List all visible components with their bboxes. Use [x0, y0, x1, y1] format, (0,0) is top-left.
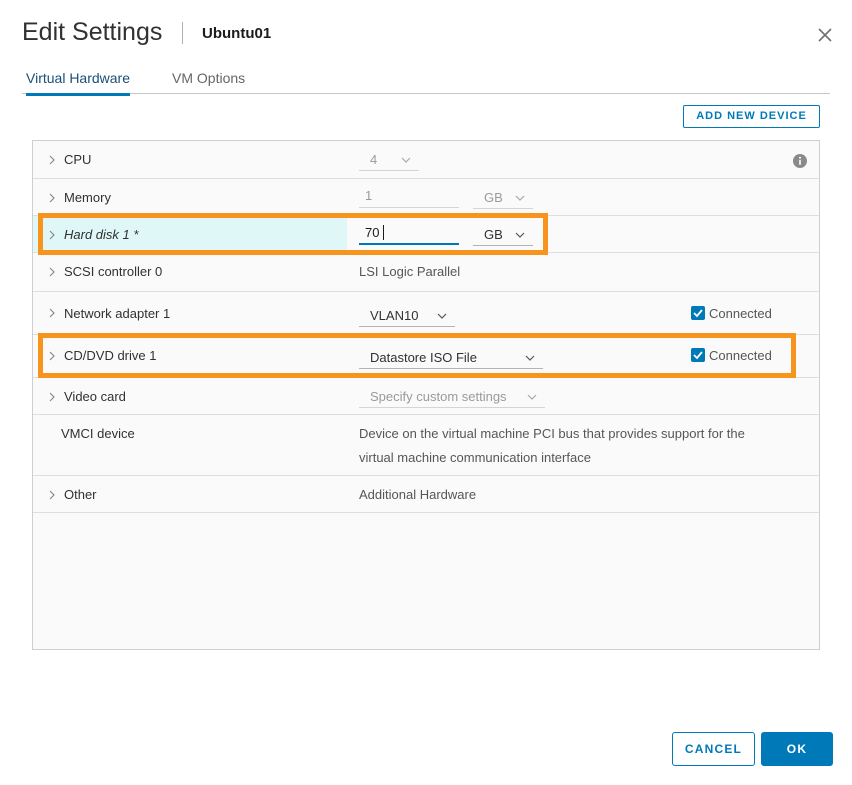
dialog-title: Edit Settings [22, 18, 163, 46]
chevron-right-icon[interactable] [47, 230, 57, 240]
chevron-right-icon[interactable] [47, 267, 57, 277]
network-connected-checkbox[interactable] [691, 306, 705, 320]
ok-button[interactable]: OK [761, 732, 833, 766]
network-value: VLAN10 [370, 308, 419, 323]
tab-vm-options[interactable]: VM Options [172, 70, 245, 93]
info-icon[interactable] [793, 154, 807, 168]
other-value: Additional Hardware [359, 487, 477, 502]
tab-bar: Virtual Hardware VM Options [22, 66, 830, 96]
memory-unit-select[interactable]: GB [473, 187, 533, 209]
memory-unit: GB [484, 190, 503, 205]
cd-dvd-label: CD/DVD drive 1 [64, 348, 157, 363]
cd-dvd-connected-checkbox[interactable] [691, 348, 705, 362]
hard-disk-label: Hard disk 1 * [64, 227, 139, 242]
other-label: Other [64, 487, 97, 502]
chevron-right-icon[interactable] [47, 308, 57, 318]
vmci-label: VMCI device [61, 426, 135, 441]
chevron-right-icon[interactable] [47, 490, 57, 500]
row-hard-disk: Hard disk 1 * 70 GB [33, 216, 819, 253]
tab-virtual-hardware[interactable]: Virtual Hardware [26, 70, 131, 96]
chevron-down-icon [401, 157, 411, 163]
video-card-label: Video card [64, 389, 126, 404]
scsi-value: LSI Logic Parallel [359, 264, 461, 279]
chevron-right-icon[interactable] [47, 193, 57, 203]
cd-dvd-value: Datastore ISO File [370, 350, 477, 365]
chevron-down-icon [525, 355, 535, 361]
title-divider [182, 22, 183, 44]
row-cpu: CPU 4 [33, 141, 819, 179]
row-network-adapter: Network adapter 1 VLAN10 Connected [33, 292, 819, 335]
cpu-value: 4 [370, 152, 378, 167]
hardware-panel: CPU 4 Memory 1 GB Hard disk 1 * 70 GB SC… [32, 140, 820, 650]
hard-disk-size-input[interactable]: 70 [359, 221, 459, 245]
row-memory: Memory 1 GB [33, 179, 819, 216]
text-cursor [383, 225, 384, 240]
memory-label: Memory [64, 190, 111, 205]
network-label: Network adapter 1 [64, 306, 171, 321]
add-new-device-button[interactable]: ADD NEW DEVICE [683, 105, 820, 128]
chevron-down-icon [527, 394, 537, 400]
row-scsi-controller: SCSI controller 0 LSI Logic Parallel [33, 253, 819, 292]
vmci-description-line1: Device on the virtual machine PCI bus th… [359, 426, 745, 441]
row-other: Other Additional Hardware [33, 476, 819, 513]
video-card-select[interactable]: Specify custom settings [359, 386, 545, 408]
row-vmci-device: VMCI device Device on the virtual machin… [33, 415, 819, 476]
cd-dvd-select[interactable]: Datastore ISO File [359, 347, 543, 369]
row-cd-dvd-drive: CD/DVD drive 1 Datastore ISO File Connec… [33, 335, 819, 378]
network-connected-label: Connected [709, 306, 772, 321]
video-card-value: Specify custom settings [370, 389, 507, 404]
chevron-right-icon[interactable] [47, 392, 57, 402]
hard-disk-value: 70 [365, 225, 380, 240]
network-select[interactable]: VLAN10 [359, 305, 455, 327]
vm-name: Ubuntu01 [202, 25, 272, 42]
cpu-label: CPU [64, 152, 92, 167]
cancel-button[interactable]: CANCEL [672, 732, 755, 766]
memory-value: 1 [365, 188, 373, 203]
row-video-card: Video card Specify custom settings [33, 378, 819, 415]
hard-disk-unit-select[interactable]: GB [473, 224, 533, 246]
chevron-down-icon [515, 232, 525, 238]
hard-disk-unit: GB [484, 227, 503, 242]
scsi-label: SCSI controller 0 [64, 264, 163, 279]
chevron-down-icon [437, 313, 447, 319]
cd-dvd-connected-label: Connected [709, 348, 772, 363]
chevron-down-icon [515, 195, 525, 201]
close-icon[interactable] [816, 26, 834, 44]
chevron-right-icon[interactable] [47, 351, 57, 361]
vmci-description-line2: virtual machine communication interface [359, 450, 591, 465]
cpu-select[interactable]: 4 [359, 149, 419, 171]
chevron-right-icon[interactable] [47, 155, 57, 165]
memory-input[interactable]: 1 [359, 184, 459, 208]
